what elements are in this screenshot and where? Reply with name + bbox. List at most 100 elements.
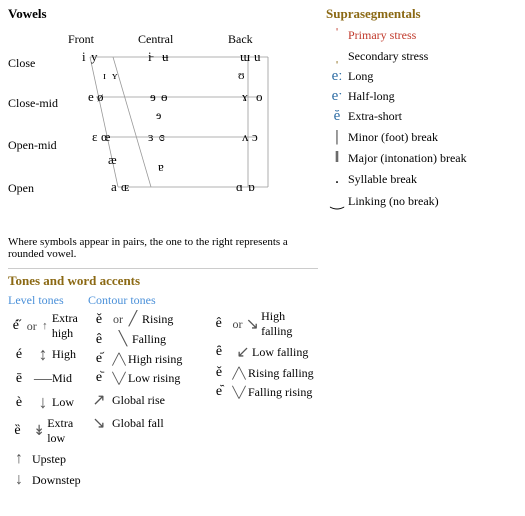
level-subtitle: Level tones: [8, 293, 88, 308]
svg-text:Close: Close: [8, 56, 35, 70]
supra-label-major: Major (intonation) break: [348, 151, 467, 166]
svg-text:œ: œ: [101, 129, 110, 144]
tone-extra-high: é̋ or ↑ Extra high: [8, 311, 88, 341]
sym-global-fall: ↘: [88, 413, 110, 433]
vowels-svg: Front Central Back Close Close-mid Open-…: [8, 24, 308, 234]
svg-text:ʊ: ʊ: [238, 68, 245, 82]
label-high: High: [52, 347, 76, 362]
label-upstep: Upstep: [32, 452, 66, 467]
bar-mid: —: [36, 368, 50, 389]
tone-low-rising: e᷅ ╲╱ Low rising: [88, 370, 208, 386]
vowels-chart: Front Central Back Close Close-mid Open-…: [8, 24, 308, 234]
supra-primary-stress: ˈ Primary stress: [326, 26, 517, 44]
tone-low: è ↓ Low: [8, 392, 88, 413]
bar-high-rising: ╱╲: [112, 353, 126, 366]
supra-sym-secondary: ˌ: [326, 47, 348, 65]
contour-tones-right: ê or ↘ High falling ȇ ↙ Low falling ě ╱╲…: [208, 293, 318, 492]
svg-text:ʉ: ʉ: [162, 49, 169, 64]
supra-sym-linking: ‿: [326, 191, 348, 211]
label-mid: Mid: [52, 371, 72, 386]
supra-label-linking: Linking (no break): [348, 194, 439, 209]
tones-title: Tones and word accents: [8, 273, 318, 289]
label-low-falling: Low falling: [252, 345, 308, 360]
bar-low: ↓: [36, 392, 50, 413]
tones-layout: Level tones é̋ or ↑ Extra high é ↕ High …: [8, 293, 318, 492]
bar-high: ↕: [36, 344, 50, 365]
svg-text:ɒ: ɒ: [248, 179, 255, 194]
svg-text:ɤ: ɤ: [242, 89, 248, 104]
label-low: Low: [52, 395, 74, 410]
tone-high-rising: e᷄ ╱╲ High rising: [88, 351, 208, 367]
tone-sym-low: è: [8, 395, 30, 411]
svg-text:ɔ: ɔ: [252, 129, 258, 144]
supra-secondary-stress: ˌ Secondary stress: [326, 47, 517, 65]
supra-halflong: eˑ Half-long: [326, 88, 517, 105]
svg-text:Open: Open: [8, 181, 34, 195]
svg-text:ɪ: ɪ: [103, 70, 106, 82]
supra-title: Suprasegmentals: [326, 6, 517, 22]
bar-low-rising: ╲╱: [112, 372, 126, 385]
svg-text:ɐ: ɐ: [158, 159, 164, 174]
supra-sym-halflong: eˑ: [326, 88, 348, 105]
supra-sym-syllable: .: [326, 170, 348, 188]
sym-falling: ê: [88, 332, 110, 348]
svg-text:ɘ: ɘ: [150, 89, 156, 104]
contour-tones-left: Contour tones ě or ╱ Rising ê ╲ Falling …: [88, 293, 208, 492]
label-rising: Rising: [142, 312, 173, 327]
tone-extralow: ȅ ↡ Extra low: [8, 416, 88, 446]
sym-low-falling: ȇ: [208, 344, 230, 360]
svg-text:ɘ: ɘ: [156, 108, 161, 122]
svg-text:Open-mid: Open-mid: [8, 138, 57, 152]
tone-rising: ě or ╱ Rising: [88, 311, 208, 328]
tone-sym-extralow: ȅ: [8, 423, 27, 439]
label-falling-rising: Falling rising: [248, 385, 312, 400]
tone-sym-high: é: [8, 347, 30, 363]
supra-sym-major: ‖: [326, 149, 348, 167]
bar-rising: ╱: [126, 311, 140, 328]
left-panel: Vowels Front Central Back Close Close-mi…: [8, 6, 318, 492]
sym-downstep: ↓: [8, 471, 30, 489]
sym-rising: ě: [88, 312, 110, 328]
supra-minor-break: | Minor (foot) break: [326, 128, 517, 146]
tone-sym-mid: ē: [8, 371, 30, 387]
sym-rising-falling: ě: [208, 365, 230, 381]
label-high-falling: High falling: [261, 309, 318, 339]
tone-falling-rising: e᷈ ╲╱ Falling rising: [208, 384, 318, 400]
bar-falling-rising: ╲╱: [232, 386, 246, 399]
sym-low-rising: e᷅: [88, 370, 110, 386]
bar-extrahigh: ↑: [40, 320, 50, 332]
supra-long: eː Long: [326, 68, 517, 85]
vowels-section: Vowels Front Central Back Close Close-mi…: [8, 6, 318, 260]
label-falling: Falling: [132, 332, 166, 347]
bar-falling: ╲: [116, 331, 130, 348]
label-global-fall: Global fall: [112, 416, 164, 431]
vowels-note: Where symbols appear in pairs, the one t…: [8, 236, 308, 260]
svg-text:i̵: i̵: [148, 49, 154, 64]
tone-high: é ↕ High: [8, 344, 88, 365]
vowels-title: Vowels: [8, 6, 318, 22]
supra-sym-long: eː: [326, 68, 348, 85]
supra-label-minor: Minor (foot) break: [348, 130, 438, 145]
main-layout: Vowels Front Central Back Close Close-mi…: [8, 6, 517, 492]
svg-text:y: y: [91, 49, 98, 64]
label-rising-falling: Rising falling: [248, 366, 314, 381]
svg-text:ɶ: ɶ: [121, 179, 129, 194]
supra-label-syllable: Syllable break: [348, 172, 417, 187]
bar-extralow: ↡: [33, 423, 45, 440]
svg-text:ɞ: ɞ: [159, 129, 165, 144]
or-1: or: [27, 319, 37, 334]
or-rising: or: [113, 312, 123, 327]
sym-upstep: ↑: [8, 450, 30, 468]
svg-text:Back: Back: [228, 32, 253, 46]
svg-text:ɯ: ɯ: [240, 49, 250, 64]
svg-text:ʏ: ʏ: [112, 70, 118, 82]
svg-text:Front: Front: [68, 32, 95, 46]
svg-text:Central: Central: [138, 32, 174, 46]
tone-global-rise: ↗ Global rise: [88, 390, 208, 410]
tone-sym-extrahigh: é̋: [8, 318, 24, 334]
svg-text:o: o: [256, 89, 263, 104]
or-hf: or: [232, 317, 242, 332]
tone-global-fall: ↘ Global fall: [88, 413, 208, 433]
label-global-rise: Global rise: [112, 393, 165, 408]
right-panel: Suprasegmentals ˈ Primary stress ˌ Secon…: [318, 6, 517, 492]
